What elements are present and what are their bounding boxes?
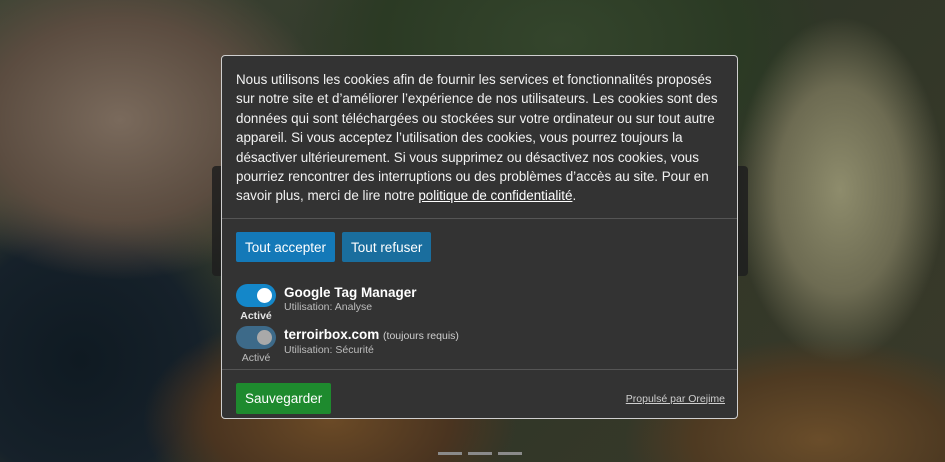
purpose-list: Activé Google Tag Manager Utilisation: A… [222,284,737,368]
consent-actions: Tout accepter Tout refuser [222,219,737,284]
carousel-dot[interactable] [468,452,492,455]
consent-footer: Sauvegarder Propulsé par Orejime [222,370,737,414]
purpose-title: Google Tag Manager [284,285,417,301]
consent-description-text: Nous utilisons les cookies afin de fourn… [236,72,718,204]
accept-all-button[interactable]: Tout accepter [236,232,336,262]
powered-by-link[interactable]: Propulsé par Orejime [626,393,725,405]
purpose-text: Google Tag Manager Utilisation: Analyse [284,284,417,314]
carousel-dot[interactable] [438,452,462,455]
purpose-name: Google Tag Manager [284,285,417,300]
purpose-text: terroirbox.com (toujours requis) Utilisa… [284,326,459,357]
purpose-item-terroirbox: Activé terroirbox.com (toujours requis) … [236,326,737,368]
purpose-title: terroirbox.com (toujours requis) [284,327,459,344]
toggle-knob [257,288,272,303]
purpose-required-note: (toujours requis) [383,330,459,342]
carousel-dot[interactable] [498,452,522,455]
consent-description-end: . [572,188,577,204]
toggle-column: Activé [236,284,276,322]
terroirbox-toggle [236,326,276,349]
purpose-name: terroirbox.com [284,327,380,342]
privacy-policy-link[interactable]: politique de confidentialité [418,188,572,203]
save-button[interactable]: Sauvegarder [236,383,332,414]
purpose-usage: Utilisation: Analyse [284,301,373,313]
google-tag-manager-toggle[interactable] [236,284,276,307]
toggle-knob [257,330,272,345]
carousel-indicators[interactable] [438,452,522,455]
consent-description: Nous utilisons les cookies afin de fourn… [222,56,737,218]
toggle-column: Activé [236,326,276,364]
purpose-usage: Utilisation: Sécurité [284,344,374,356]
toggle-state-label: Activé [241,352,271,364]
toggle-state-label: Activé [240,310,272,322]
refuse-all-button[interactable]: Tout refuser [342,232,432,262]
purpose-item-google-tag-manager: Activé Google Tag Manager Utilisation: A… [236,284,737,326]
cookie-consent-modal: Nous utilisons les cookies afin de fourn… [221,55,738,419]
